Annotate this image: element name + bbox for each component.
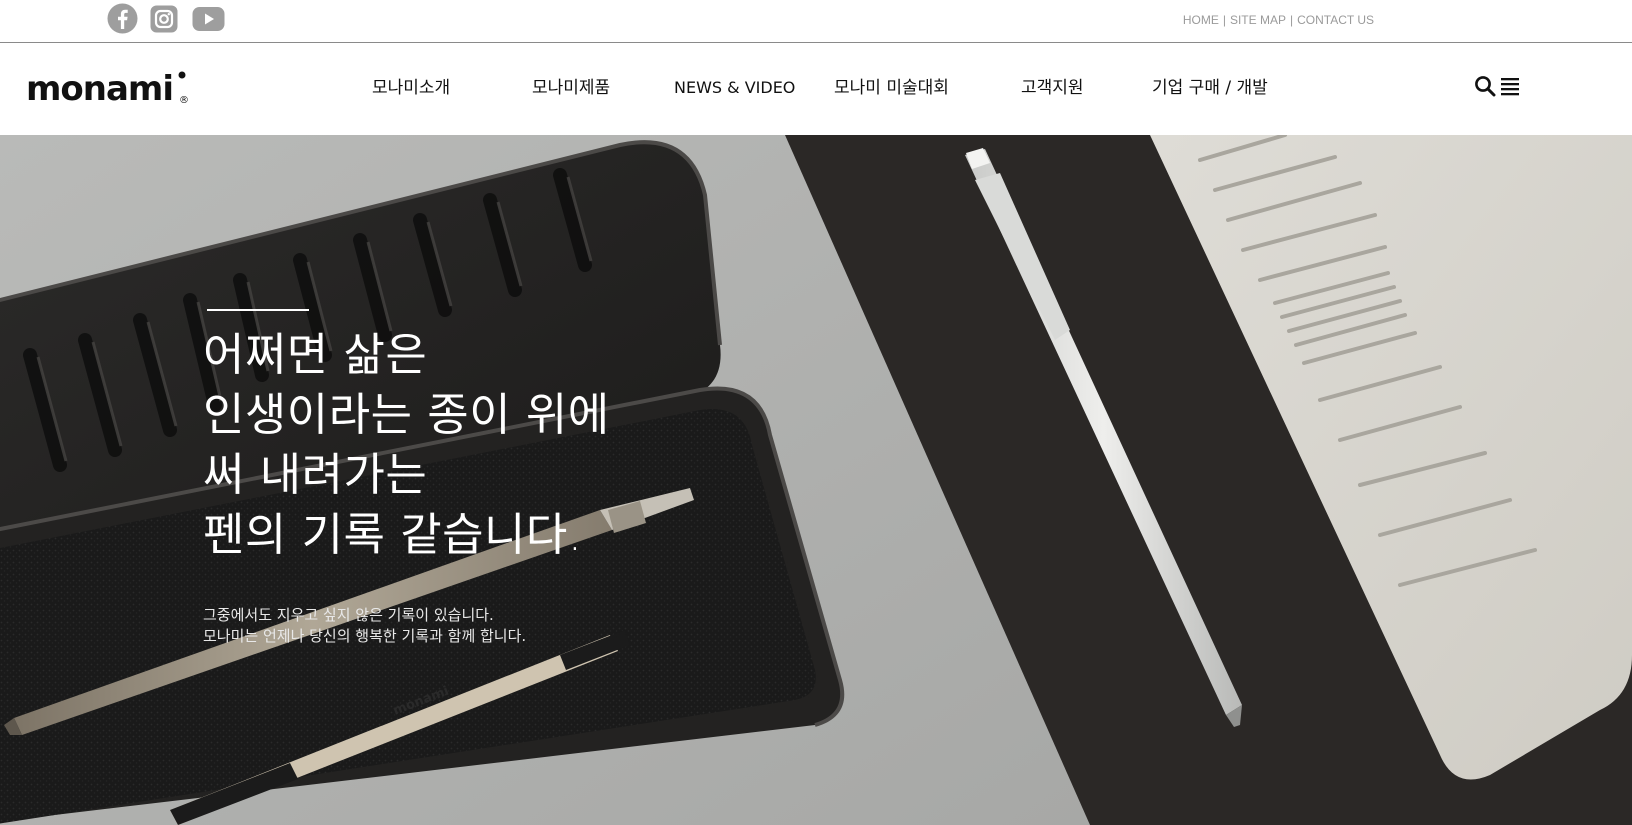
youtube-icon[interactable] (192, 6, 225, 36)
hero-title-line: 펜의 기록 같습니다. (203, 508, 583, 561)
hero-title: 어쩌면 삶은 인생이라는 종이 위에 써 내려가는 펜의 기록 같습니다. (203, 325, 610, 565)
nav-item-about[interactable]: 모나미소개 (372, 75, 450, 101)
hero-banner: monami 어쩌면 삶은 인생이라는 종이 위에 써 내려가는 펜의 기록 같… (0, 135, 1632, 825)
top-utility-bar: HOME | SITE MAP | CONTACT US (0, 0, 1632, 43)
hero-title-line: 인생이라는 종이 위에 (203, 388, 610, 441)
nav-item-art-contest[interactable]: 모나미 미술대회 (834, 75, 949, 101)
main-header: monami ® 모나미소개 모나미제품 NEWS & VIDEO 모나미 미술… (0, 43, 1632, 135)
hero-title-line: 써 내려가는 (203, 448, 428, 501)
home-link[interactable]: HOME (1183, 13, 1219, 27)
facebook-icon[interactable] (107, 3, 138, 38)
header-icons (1474, 75, 1520, 101)
utility-links: HOME | SITE MAP | CONTACT US (1183, 13, 1374, 27)
hero-subtitle-line: 그중에서도 지우고 싶지 않은 기록이 있습니다. (203, 606, 494, 624)
nav-item-support[interactable]: 고객지원 (1021, 75, 1084, 101)
nav-item-products[interactable]: 모나미제품 (532, 75, 610, 101)
nav-item-corporate[interactable]: 기업 구매 / 개발 (1152, 75, 1268, 101)
link-separator: | (1289, 13, 1294, 27)
search-icon[interactable] (1474, 75, 1496, 101)
hero-subtitle-line: 모나미는 언제나 당신의 행복한 기록과 함께 합니다. (203, 627, 527, 645)
link-separator: | (1222, 13, 1226, 27)
site-map-link[interactable]: SITE MAP (1230, 13, 1286, 27)
logo-registered-mark: ® (179, 95, 189, 106)
hero-title-line: 어쩌면 삶은 (203, 328, 428, 381)
contact-us-link[interactable]: CONTACT US (1297, 13, 1374, 27)
hero-subtitle: 그중에서도 지우고 싶지 않은 기록이 있습니다. 모나미는 언제나 당신의 행… (203, 605, 526, 647)
social-links (107, 3, 235, 38)
hero-accent-line (207, 309, 309, 311)
menu-icon[interactable] (1500, 75, 1520, 101)
nav-item-news-video[interactable]: NEWS & VIDEO (674, 75, 795, 101)
logo-wordmark: monami (26, 69, 173, 107)
monami-logo[interactable]: monami ® (26, 67, 192, 111)
instagram-icon[interactable] (150, 5, 178, 37)
